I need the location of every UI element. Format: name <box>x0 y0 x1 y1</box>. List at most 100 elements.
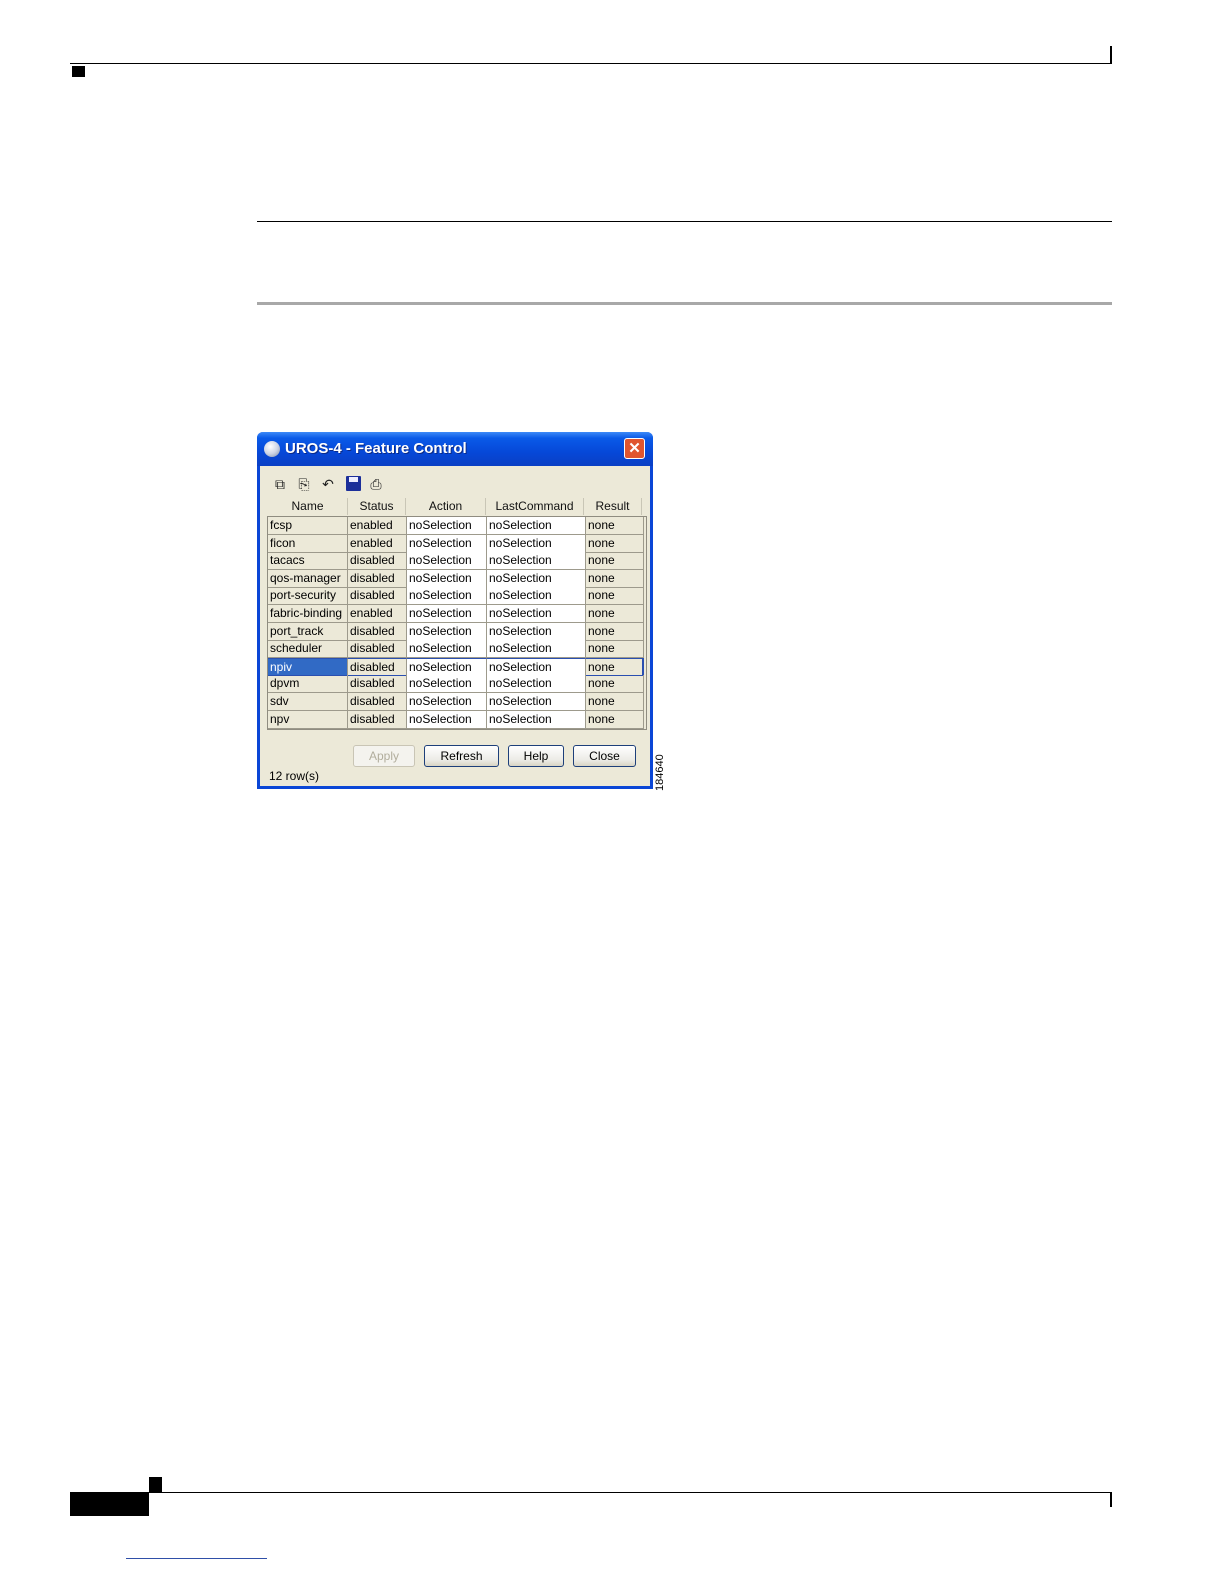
cell-action[interactable]: noSelection <box>407 657 487 676</box>
cell-result[interactable]: none <box>586 534 644 553</box>
copy-icon[interactable]: ⧉ <box>270 474 290 494</box>
column-header-lastcommand[interactable]: LastCommand <box>486 498 584 515</box>
figure-id: 184640 <box>654 754 666 791</box>
cell-lastcommand[interactable]: noSelection <box>487 534 586 553</box>
cell-status[interactable]: disabled <box>348 587 407 606</box>
undo-icon[interactable]: ↶ <box>318 474 338 494</box>
cell-lastcommand[interactable]: noSelection <box>487 622 586 641</box>
header-tick <box>1110 46 1112 64</box>
cell-name[interactable]: port-security <box>268 587 348 606</box>
cell-action[interactable]: noSelection <box>407 587 487 606</box>
footer-tick <box>1110 1493 1112 1507</box>
table-row[interactable]: scheduler disabled noSelection noSelection n… <box>268 640 646 659</box>
paste-icon[interactable]: ⎘ <box>294 474 314 494</box>
print-icon[interactable]: ⎙ <box>366 474 386 494</box>
cell-status[interactable]: disabled <box>348 622 407 641</box>
cell-result[interactable]: none <box>586 517 644 535</box>
cell-status[interactable]: disabled <box>348 710 407 729</box>
cell-status[interactable]: disabled <box>348 657 407 676</box>
table-row[interactable]: port-security disabled noSelection noSelect… <box>268 587 646 606</box>
footer-link-underline[interactable] <box>126 1558 267 1559</box>
table-row[interactable]: port_track disabled noSelection noSelection… <box>268 622 646 641</box>
cell-result[interactable]: none <box>586 552 644 571</box>
table-row[interactable]: fabric-binding enabled noSelection noSelect… <box>268 605 646 623</box>
cell-action[interactable]: noSelection <box>407 534 487 553</box>
section-rule-bottom <box>257 302 1112 305</box>
cell-name[interactable]: npv <box>268 710 348 729</box>
cell-result[interactable]: none <box>586 587 644 606</box>
footer-rule <box>70 1492 1112 1493</box>
cell-lastcommand[interactable]: noSelection <box>487 640 586 659</box>
table-row[interactable]: dpvm disabled noSelection noSelection none <box>268 675 646 694</box>
cell-action[interactable]: noSelection <box>407 693 487 711</box>
cell-name[interactable]: tacacs <box>268 552 348 571</box>
help-button[interactable]: Help <box>508 745 564 767</box>
table-row[interactable]: npv disabled noSelection noSelection none <box>268 710 646 729</box>
cell-name[interactable]: scheduler <box>268 640 348 659</box>
cell-status[interactable]: disabled <box>348 693 407 711</box>
cell-lastcommand[interactable]: noSelection <box>487 675 586 694</box>
table-row[interactable]: npiv disabled noSelection noSelection none <box>268 657 646 676</box>
cell-action[interactable]: noSelection <box>407 622 487 641</box>
close-window-button[interactable]: ✕ <box>624 438 645 459</box>
table-row[interactable]: tacacs disabled noSelection noSelection none <box>268 552 646 571</box>
cell-lastcommand[interactable]: noSelection <box>487 569 586 588</box>
row-count-status: 12 row(s) <box>269 769 320 783</box>
save-icon[interactable] <box>346 476 361 491</box>
cell-action[interactable]: noSelection <box>407 710 487 729</box>
cell-action[interactable]: noSelection <box>407 605 487 623</box>
table-row[interactable]: ficon enabled noSelection noSelection none <box>268 534 646 553</box>
cell-lastcommand[interactable]: noSelection <box>487 710 586 729</box>
cell-lastcommand[interactable]: noSelection <box>487 587 586 606</box>
cell-name[interactable]: fabric-binding <box>268 605 348 623</box>
cell-name[interactable]: ficon <box>268 534 348 553</box>
refresh-button[interactable]: Refresh <box>424 745 499 767</box>
cell-name[interactable]: sdv <box>268 693 348 711</box>
cell-name[interactable]: npiv <box>268 657 348 676</box>
cell-name[interactable]: dpvm <box>268 675 348 694</box>
footer-marker <box>149 1477 162 1492</box>
title-bar[interactable]: UROS-4 - Feature Control ✕ <box>257 432 653 466</box>
cell-result[interactable]: none <box>586 605 644 623</box>
cell-name[interactable]: fcsp <box>268 517 348 535</box>
feature-table: fcsp enabled noSelection noSelection none fic… <box>267 516 647 730</box>
table-row[interactable]: fcsp enabled noSelection noSelection none <box>268 517 646 535</box>
column-header-status[interactable]: Status <box>348 498 406 515</box>
table-row[interactable]: qos-manager disabled noSelection noSelectio… <box>268 569 646 588</box>
cell-status[interactable]: disabled <box>348 640 407 659</box>
cell-lastcommand[interactable]: noSelection <box>487 605 586 623</box>
cell-action[interactable]: noSelection <box>407 552 487 571</box>
column-header-result[interactable]: Result <box>584 498 642 515</box>
cell-action[interactable]: noSelection <box>407 640 487 659</box>
cell-lastcommand[interactable]: noSelection <box>487 693 586 711</box>
cell-result[interactable]: none <box>586 657 644 676</box>
cell-result[interactable]: none <box>586 640 644 659</box>
cell-name[interactable]: qos-manager <box>268 569 348 588</box>
app-icon <box>264 441 280 457</box>
cell-result[interactable]: none <box>586 622 644 641</box>
cell-status[interactable]: disabled <box>348 675 407 694</box>
cell-status[interactable]: disabled <box>348 569 407 588</box>
cell-status[interactable]: disabled <box>348 552 407 571</box>
table-row[interactable]: sdv disabled noSelection noSelection none <box>268 693 646 711</box>
window-title: UROS-4 - Feature Control <box>285 440 467 457</box>
cell-result[interactable]: none <box>586 693 644 711</box>
cell-action[interactable]: noSelection <box>407 569 487 588</box>
cell-lastcommand[interactable]: noSelection <box>487 552 586 571</box>
column-header-action[interactable]: Action <box>406 498 486 515</box>
cell-result[interactable]: none <box>586 710 644 729</box>
cell-status[interactable]: enabled <box>348 534 407 553</box>
cell-status[interactable]: enabled <box>348 517 407 535</box>
cell-result[interactable]: none <box>586 569 644 588</box>
column-header-name[interactable]: Name <box>268 498 348 515</box>
cell-action[interactable]: noSelection <box>407 675 487 694</box>
cell-name[interactable]: port_track <box>268 622 348 641</box>
cell-action[interactable]: noSelection <box>407 517 487 535</box>
apply-button[interactable]: Apply <box>353 745 415 767</box>
close-button[interactable]: Close <box>573 745 636 767</box>
cell-result[interactable]: none <box>586 675 644 694</box>
cell-lastcommand[interactable]: noSelection <box>487 657 586 676</box>
cell-lastcommand[interactable]: noSelection <box>487 517 586 535</box>
header-marker <box>72 66 85 77</box>
cell-status[interactable]: enabled <box>348 605 407 623</box>
